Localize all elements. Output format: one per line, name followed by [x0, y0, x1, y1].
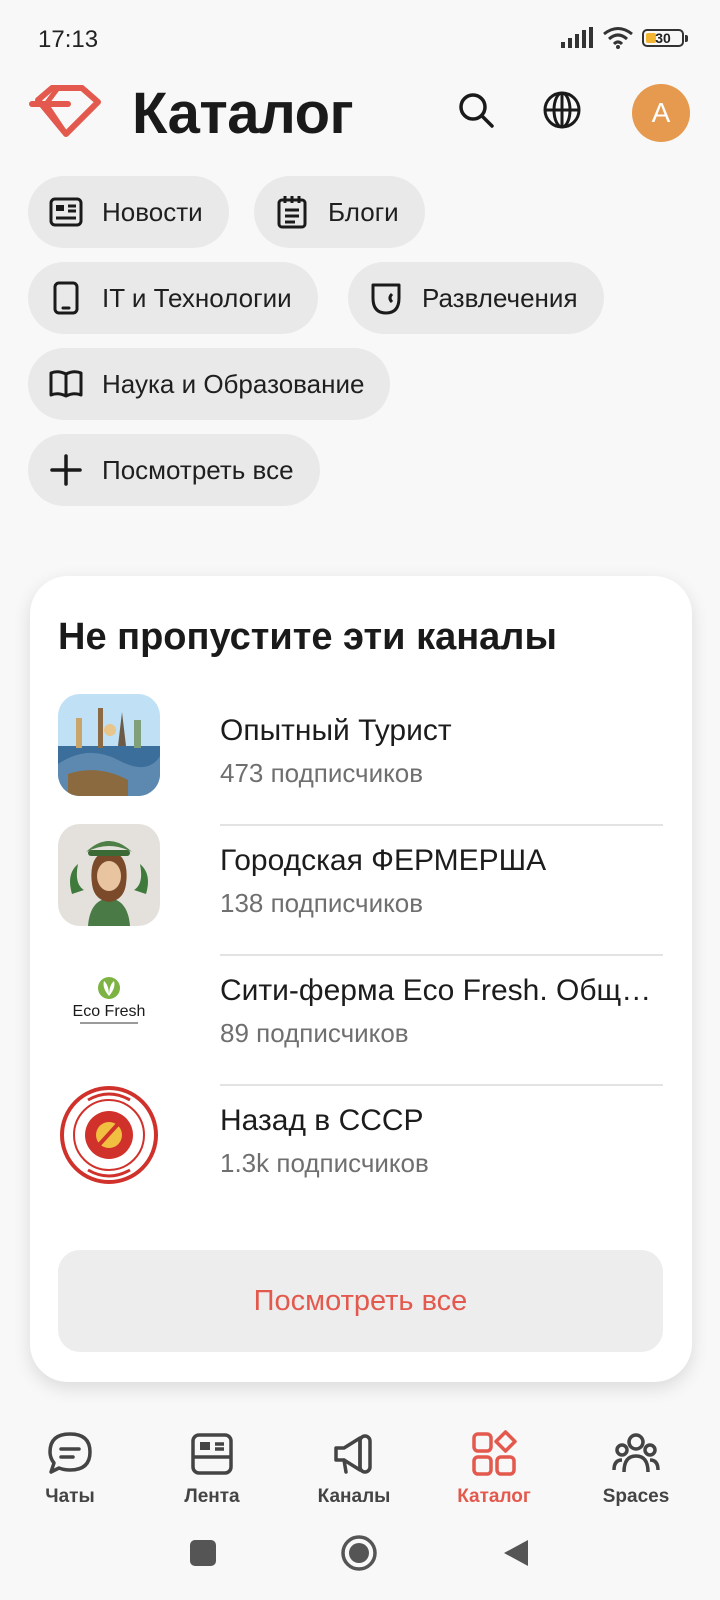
chat-bubble-icon [48, 1432, 92, 1474]
svg-text:Eco Fresh: Eco Fresh [73, 1003, 146, 1020]
channel-name: Назад в СССР [220, 1104, 424, 1137]
channel-thumbnail [58, 824, 160, 926]
card-title: Не пропустите эти каналы [58, 616, 557, 658]
channel-subscribers: 473 подписчиков [220, 758, 424, 788]
nav-label: Каталог [457, 1486, 531, 1507]
category-chip-blogs[interactable]: Блоги [254, 176, 425, 248]
category-label: Посмотреть все [102, 454, 294, 485]
nav-catalog[interactable]: Каталог [424, 1430, 564, 1520]
nav-label: Чаты [45, 1486, 95, 1507]
people-icon [612, 1433, 660, 1473]
search-icon[interactable] [456, 90, 496, 130]
category-chip-news[interactable]: Новости [28, 176, 229, 248]
avatar[interactable]: A [632, 84, 690, 142]
page-title: Каталог [132, 81, 354, 146]
status-icons: 30 [560, 26, 688, 50]
home-button-icon[interactable] [340, 1534, 378, 1572]
channel-thumbnail [58, 1084, 160, 1186]
nav-label: Лента [184, 1486, 240, 1507]
plus-icon [50, 454, 82, 486]
recents-button-icon[interactable] [188, 1538, 218, 1568]
channel-name: Городская ФЕРМЕРША [220, 844, 547, 877]
battery-icon: 30 [642, 29, 688, 47]
nav-chats[interactable]: Чаты [0, 1430, 140, 1520]
back-button-icon[interactable] [502, 1538, 532, 1568]
nav-label: Каналы [317, 1486, 391, 1507]
nav-spaces[interactable]: Spaces [566, 1430, 706, 1520]
nav-channels[interactable]: Каналы [284, 1430, 424, 1520]
signal-icon [561, 27, 593, 48]
book-icon [49, 370, 83, 398]
category-label: Новости [102, 196, 203, 227]
nav-feed[interactable]: Лента [142, 1430, 282, 1520]
channel-item[interactable]: Опытный Турист 473 подписчиков [58, 694, 663, 826]
category-chip-view-all[interactable]: Посмотреть все [28, 434, 320, 506]
tablet-icon [53, 281, 79, 315]
channel-thumbnail: Eco Fresh [58, 954, 160, 1056]
category-chip-it[interactable]: IT и Технологии [28, 262, 318, 334]
nav-label: Spaces [602, 1486, 670, 1507]
category-label: IT и Технологии [102, 282, 292, 313]
view-all-channels-button[interactable]: Посмотреть все [58, 1250, 663, 1352]
category-label: Наука и Образование [102, 368, 365, 399]
channel-subscribers: 138 подписчиков [220, 888, 424, 918]
channel-thumbnail [58, 694, 160, 796]
channel-item[interactable]: Городская ФЕРМЕРША 138 подписчиков [58, 824, 663, 956]
battery-level: 30 [655, 30, 671, 46]
catalog-grid-icon [472, 1430, 517, 1476]
feed-icon [191, 1433, 233, 1475]
category-chip-science[interactable]: Наука и Образование [28, 348, 391, 420]
mask-icon [371, 283, 401, 315]
wifi-icon [603, 27, 633, 49]
category-label: Развлечения [422, 282, 578, 313]
recommended-channels-card: Не пропустите эти каналы Опытный Турист … [30, 576, 692, 1382]
megaphone-icon [334, 1434, 372, 1474]
channel-item[interactable]: Назад в СССР 1.3k подписчиков [58, 1084, 663, 1194]
app-logo-icon [29, 85, 101, 137]
channel-subscribers: 1.3k подписчиков [220, 1148, 429, 1178]
status-time: 17:13 [38, 26, 99, 53]
channel-name: Сити-ферма Eco Fresh. Общ… [220, 974, 652, 1007]
category-chip-entertainment[interactable]: Развлечения [348, 262, 604, 334]
notepad-icon [277, 196, 307, 229]
newspaper-icon [49, 197, 83, 227]
category-label: Блоги [328, 196, 399, 227]
globe-icon[interactable] [542, 90, 582, 130]
channel-subscribers: 89 подписчиков [220, 1018, 409, 1048]
channel-item[interactable]: Eco Fresh Сити-ферма Eco Fresh. Общ… 89 … [58, 954, 663, 1086]
channel-name: Опытный Турист [220, 714, 452, 747]
